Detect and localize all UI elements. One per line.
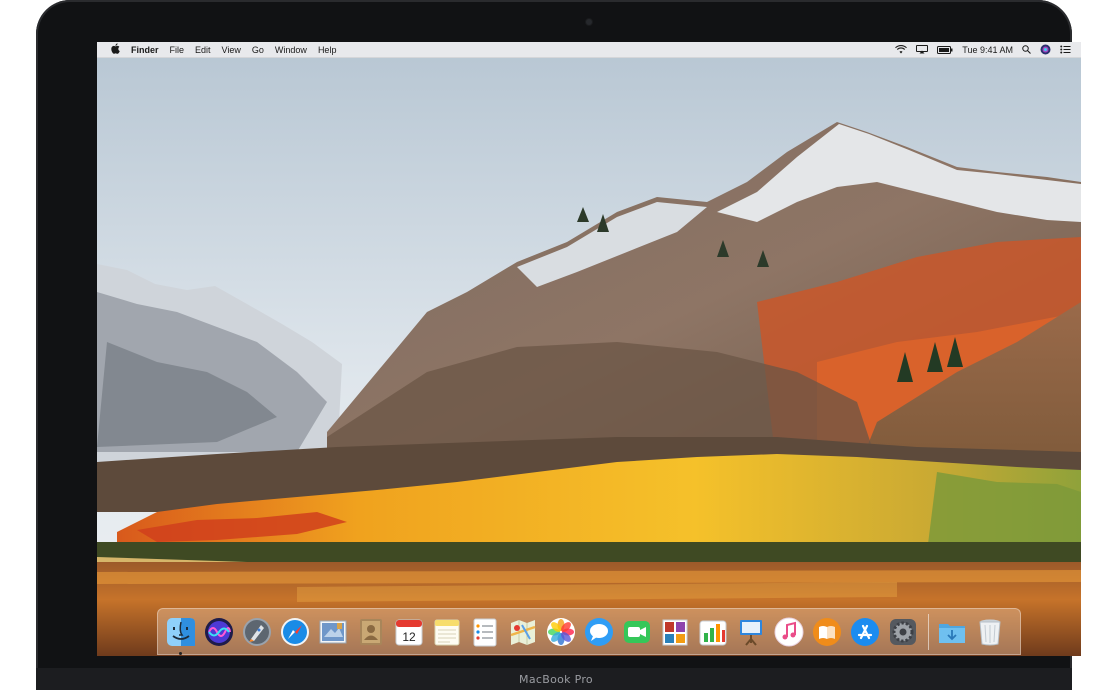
dock-numbers-icon[interactable] bbox=[698, 617, 728, 647]
dock-system-preferences-icon[interactable] bbox=[888, 617, 918, 647]
dock-messages-icon[interactable] bbox=[584, 617, 614, 647]
dock-safari-icon[interactable] bbox=[280, 617, 310, 647]
menu-edit[interactable]: Edit bbox=[195, 45, 211, 55]
dock-downloads-folder-icon[interactable] bbox=[937, 617, 967, 647]
airplay-icon[interactable] bbox=[916, 45, 929, 54]
camera bbox=[586, 19, 592, 25]
notification-center-icon[interactable] bbox=[1060, 45, 1071, 54]
menu-view[interactable]: View bbox=[222, 45, 241, 55]
dock-notes-icon[interactable] bbox=[432, 617, 462, 647]
dock-reminders-icon[interactable] bbox=[470, 617, 500, 647]
dock-itunes-icon[interactable] bbox=[774, 617, 804, 647]
calendar-day: 12 bbox=[402, 630, 416, 644]
dock-app-store-icon[interactable] bbox=[850, 617, 880, 647]
menu-go[interactable]: Go bbox=[252, 45, 264, 55]
menu-window[interactable]: Window bbox=[275, 45, 307, 55]
dock: 12 bbox=[157, 608, 1021, 655]
apple-icon[interactable] bbox=[111, 42, 120, 57]
dock-maps-icon[interactable] bbox=[508, 617, 538, 647]
dock-finder-icon[interactable] bbox=[166, 617, 196, 655]
menu-app-name[interactable]: Finder bbox=[131, 45, 159, 55]
menu-bar: Finder File Edit View Go Window Help Tue… bbox=[97, 42, 1081, 58]
laptop-bezel: Finder File Edit View Go Window Help Tue… bbox=[36, 0, 1081, 690]
wifi-icon[interactable] bbox=[895, 45, 908, 54]
menu-clock[interactable]: Tue 9:41 AM bbox=[962, 45, 1013, 55]
dock-ibooks-icon[interactable] bbox=[812, 617, 842, 647]
menu-help[interactable]: Help bbox=[318, 45, 337, 55]
dock-trash-icon[interactable] bbox=[975, 617, 1005, 647]
device-model-label: MacBook Pro bbox=[519, 673, 593, 686]
dock-siri-icon[interactable] bbox=[204, 617, 234, 647]
dock-launchpad-icon[interactable] bbox=[242, 617, 272, 647]
battery-icon[interactable] bbox=[937, 45, 953, 54]
dock-photos-icon[interactable] bbox=[546, 617, 576, 647]
dock-calendar-icon[interactable]: 12 bbox=[394, 617, 424, 647]
desktop-wallpaper bbox=[97, 42, 1081, 656]
running-indicator bbox=[179, 651, 182, 655]
dock-photo-booth-icon[interactable] bbox=[660, 617, 690, 647]
screen: Finder File Edit View Go Window Help Tue… bbox=[97, 42, 1081, 656]
dock-facetime-icon[interactable] bbox=[622, 617, 652, 647]
spotlight-icon[interactable] bbox=[1022, 45, 1031, 54]
dock-separator bbox=[928, 613, 929, 650]
dock-mail-icon[interactable] bbox=[318, 617, 348, 647]
dock-keynote-icon[interactable] bbox=[736, 617, 766, 647]
siri-menu-icon[interactable] bbox=[1040, 44, 1051, 55]
dock-contacts-icon[interactable] bbox=[356, 617, 386, 647]
menu-file[interactable]: File bbox=[170, 45, 185, 55]
